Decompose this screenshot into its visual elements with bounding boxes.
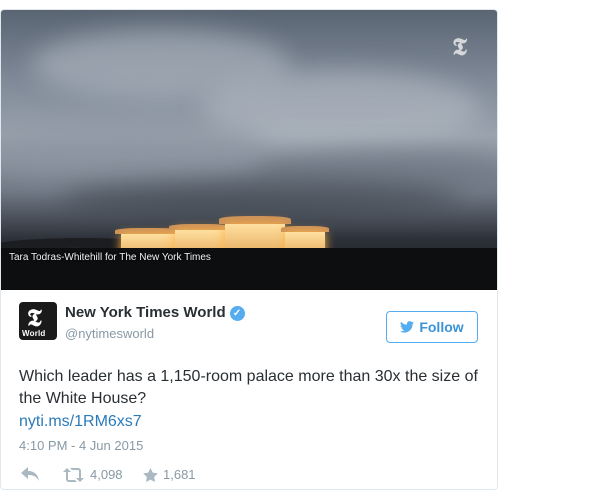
nyt-logo-icon: 𝕿 <box>452 32 467 61</box>
tweet-text: Which leader has a 1,150-room palace mor… <box>19 368 478 407</box>
star-icon <box>143 467 158 482</box>
reply-icon <box>21 467 39 481</box>
retweet-count: 4,098 <box>90 467 123 482</box>
retweet-button[interactable]: 4,098 <box>63 467 123 482</box>
follow-button[interactable]: Follow <box>386 311 478 343</box>
follow-label: Follow <box>419 319 464 335</box>
tweet-card: 𝕿 Tara Todras-Whitehill for The New York… <box>0 9 498 490</box>
account-name[interactable]: New York Times World ✓ <box>65 304 245 321</box>
account-handle[interactable]: @nytimesworld <box>65 326 154 341</box>
favorite-count: 1,681 <box>163 467 196 482</box>
avatar[interactable]: 𝕿 World <box>19 302 57 340</box>
avatar-label: World <box>22 329 46 338</box>
nyt-logo-icon: 𝕿 <box>27 303 42 332</box>
retweet-icon <box>63 467 84 482</box>
twitter-bird-icon <box>400 321 415 333</box>
tweet-photo[interactable]: 𝕿 Tara Todras-Whitehill for The New York… <box>1 10 497 290</box>
tweet-link[interactable]: nyti.ms/1RM6xs7 <box>19 413 142 431</box>
tweet-timestamp[interactable]: 4:10 PM - 4 Jun 2015 <box>19 438 143 453</box>
photo-credit: Tara Todras-Whitehill for The New York T… <box>9 252 211 263</box>
verified-icon: ✓ <box>229 306 245 321</box>
reply-button[interactable] <box>21 467 39 481</box>
favorite-button[interactable]: 1,681 <box>143 467 196 482</box>
